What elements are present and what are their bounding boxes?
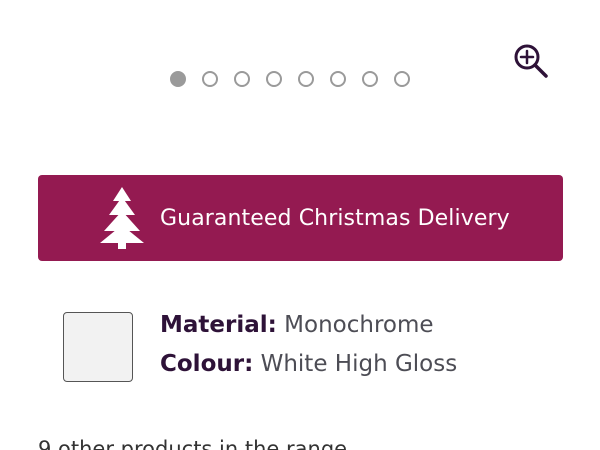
other-products-link[interactable]: 9 other products in the range <box>38 437 347 450</box>
gallery-dot[interactable] <box>394 71 410 87</box>
christmas-tree-icon <box>100 187 144 249</box>
material-spec: Material: Monochrome <box>160 312 434 338</box>
colour-swatch[interactable] <box>63 312 133 382</box>
zoom-in-icon[interactable] <box>512 42 550 80</box>
gallery-dot[interactable] <box>362 71 378 87</box>
gallery-dot[interactable] <box>298 71 314 87</box>
christmas-delivery-banner[interactable]: Guaranteed Christmas Delivery <box>38 175 563 261</box>
banner-text: Guaranteed Christmas Delivery <box>160 205 510 231</box>
material-value: Monochrome <box>284 312 434 338</box>
colour-value: White High Gloss <box>260 351 458 377</box>
colour-spec: Colour: White High Gloss <box>160 351 457 377</box>
material-label: Material: <box>160 312 277 338</box>
product-page: Guaranteed Christmas Delivery Material: … <box>0 0 600 450</box>
colour-label: Colour: <box>160 351 254 377</box>
gallery-dot[interactable] <box>170 71 186 87</box>
gallery-dot[interactable] <box>266 71 282 87</box>
gallery-dot[interactable] <box>202 71 218 87</box>
gallery-dot[interactable] <box>234 71 250 87</box>
gallery-dot[interactable] <box>330 71 346 87</box>
gallery-pagination-dots <box>170 71 410 91</box>
